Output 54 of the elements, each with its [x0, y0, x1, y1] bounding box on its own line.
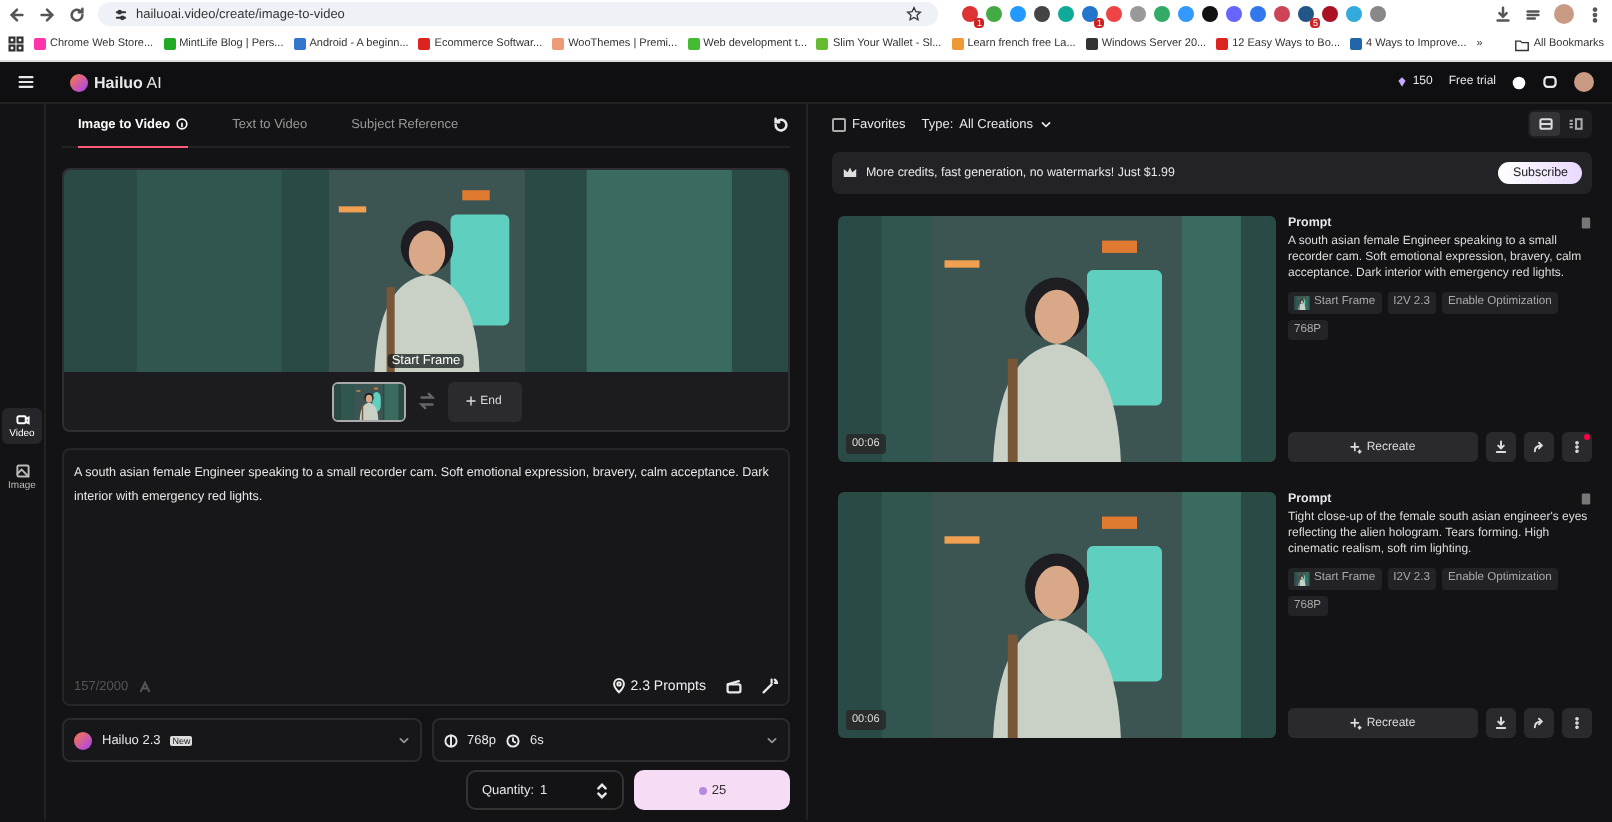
chevron-down-icon [766, 734, 778, 746]
credit-icon [697, 785, 708, 795]
notification-dot [1584, 434, 1590, 440]
folder-icon [1513, 37, 1530, 51]
reload-icon[interactable] [68, 5, 86, 23]
star-icon[interactable] [906, 6, 922, 22]
sparkle-icon [1350, 441, 1363, 453]
brand-name: Hailuo AI [94, 73, 162, 91]
model-logo-icon [74, 731, 92, 749]
more-button[interactable] [1562, 708, 1592, 738]
image-icon [15, 464, 29, 478]
clapperboard-icon[interactable] [726, 678, 742, 694]
share-button[interactable] [1524, 432, 1554, 462]
swap-icon[interactable] [417, 392, 435, 410]
back-icon[interactable] [8, 5, 26, 23]
resolution-icon [443, 733, 457, 747]
copy-icon[interactable] [1580, 216, 1592, 230]
reading-list-icon[interactable] [1524, 5, 1542, 23]
pin-icon [612, 678, 627, 694]
gem-icon [1396, 76, 1409, 88]
menu-icon[interactable] [18, 74, 34, 90]
share-button[interactable] [1524, 708, 1554, 738]
chevron-down-icon [397, 734, 409, 746]
video-icon [15, 412, 29, 426]
download-button[interactable] [1486, 432, 1516, 462]
site-settings-icon[interactable] [114, 7, 128, 21]
download-button[interactable] [1486, 708, 1516, 738]
logo-icon [70, 73, 88, 91]
more-button[interactable] [1562, 432, 1592, 462]
stepper-icon[interactable] [596, 781, 608, 799]
download-icon [1494, 716, 1508, 730]
forward-icon[interactable] [38, 5, 56, 23]
share-icon [1532, 440, 1546, 454]
rows-icon [1537, 116, 1553, 132]
clock-icon [505, 733, 520, 747]
info-icon[interactable] [176, 118, 189, 130]
crown-icon [842, 166, 858, 180]
more-icon [1574, 440, 1580, 454]
translate-icon[interactable] [138, 679, 153, 693]
user-avatar[interactable] [1574, 72, 1594, 92]
start-frame-thumbnail[interactable] [331, 381, 405, 421]
apps-icon[interactable] [8, 36, 24, 52]
download-icon [1494, 440, 1508, 454]
chevron-down-icon [1039, 118, 1051, 130]
reset-icon[interactable] [772, 116, 790, 134]
share-icon [1532, 716, 1546, 730]
sparkle-icon [1350, 717, 1363, 729]
plus-icon [466, 396, 477, 406]
more-icon [1574, 716, 1580, 730]
download-icon[interactable] [1494, 5, 1512, 23]
copy-icon[interactable] [1580, 492, 1592, 506]
magic-icon[interactable] [762, 678, 778, 694]
list-view-button[interactable] [1530, 112, 1560, 136]
columns-icon [1567, 116, 1583, 132]
